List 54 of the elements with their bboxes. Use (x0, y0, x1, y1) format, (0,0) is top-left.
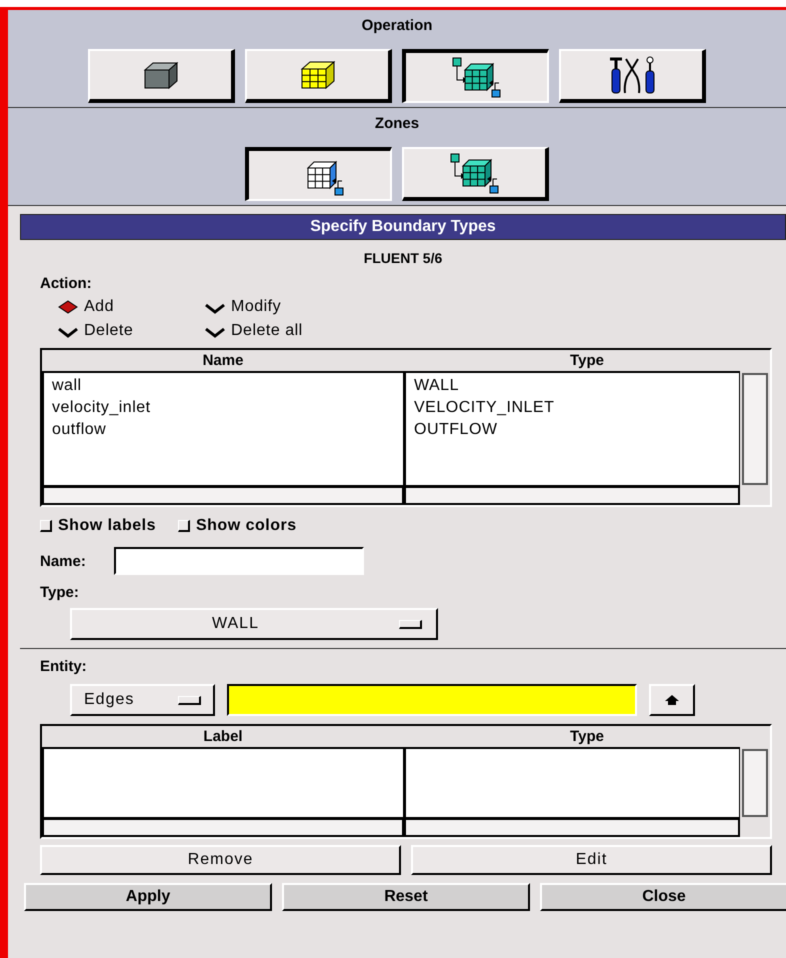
list-button[interactable]: Edit (411, 845, 772, 875)
radio-option[interactable]: Delete all (205, 322, 365, 340)
dialog-button[interactable]: Reset (282, 883, 530, 911)
list-box[interactable]: WALL VELOCITY_INLET OUTFLOW (404, 371, 740, 487)
entity-dropdown[interactable]: Edges (70, 684, 215, 716)
column-header: Label (202, 727, 244, 747)
radio-option[interactable]: Add (58, 298, 205, 316)
dialog-title: Specify Boundary Types (20, 214, 786, 240)
checkbox-option[interactable]: Show colors (178, 517, 297, 535)
list-box[interactable] (404, 747, 740, 819)
dialog-button[interactable]: Close (540, 883, 786, 911)
name-label: Name: (40, 552, 86, 570)
name-field[interactable] (114, 547, 364, 575)
section-title: Operation (362, 17, 432, 36)
checkbox-option[interactable]: Show labels (40, 517, 156, 535)
vertical-scrollbar[interactable] (742, 749, 768, 817)
horizontal-scrollbar[interactable] (404, 819, 740, 837)
list-item[interactable]: velocity_inlet (52, 397, 151, 419)
option-indicator-icon (399, 620, 422, 628)
up-arrow-icon (664, 694, 680, 706)
vertical-scrollbar[interactable] (742, 373, 768, 485)
type-dropdown[interactable]: WALL (70, 608, 438, 640)
list-item[interactable]: VELOCITY_INLET (414, 397, 554, 419)
solver-label: FLUENT 5/6 (364, 250, 442, 266)
up-button[interactable] (649, 684, 695, 716)
toolbar-button[interactable] (402, 49, 549, 103)
radio-diamond-icon[interactable] (58, 300, 78, 314)
action-label: Action: (40, 275, 93, 292)
horizontal-scrollbar[interactable] (42, 819, 404, 837)
list-button[interactable]: Remove (40, 845, 401, 875)
checkbox[interactable] (40, 520, 52, 532)
horizontal-scrollbar[interactable] (404, 487, 740, 505)
checkbox[interactable] (178, 520, 190, 532)
radio-option[interactable]: Modify (205, 298, 365, 316)
column-header: Type (569, 727, 605, 747)
option-indicator-icon (178, 696, 201, 704)
list-item[interactable]: outflow (52, 419, 106, 441)
entity-label: Entity: (40, 658, 88, 675)
horizontal-scrollbar[interactable] (42, 487, 404, 505)
list-item[interactable]: wall (52, 375, 82, 397)
column-header: Name (202, 351, 244, 371)
section-title: Zones (374, 115, 420, 134)
entity-field[interactable] (227, 684, 637, 716)
list-item[interactable]: WALL (414, 375, 459, 397)
list-item[interactable]: OUTFLOW (414, 419, 498, 441)
type-label: Type: (40, 584, 80, 601)
grid-cube-arrows-icon (450, 56, 502, 98)
toolbar-button[interactable] (245, 147, 392, 201)
list-box[interactable]: wall velocity_inlet outflow (42, 371, 404, 487)
grid-cube-arrows-icon (448, 152, 500, 194)
radio-option[interactable]: Delete (58, 322, 205, 340)
dialog-button[interactable]: Apply (24, 883, 272, 911)
list-box[interactable] (42, 747, 404, 819)
column-header: Type (569, 351, 605, 371)
